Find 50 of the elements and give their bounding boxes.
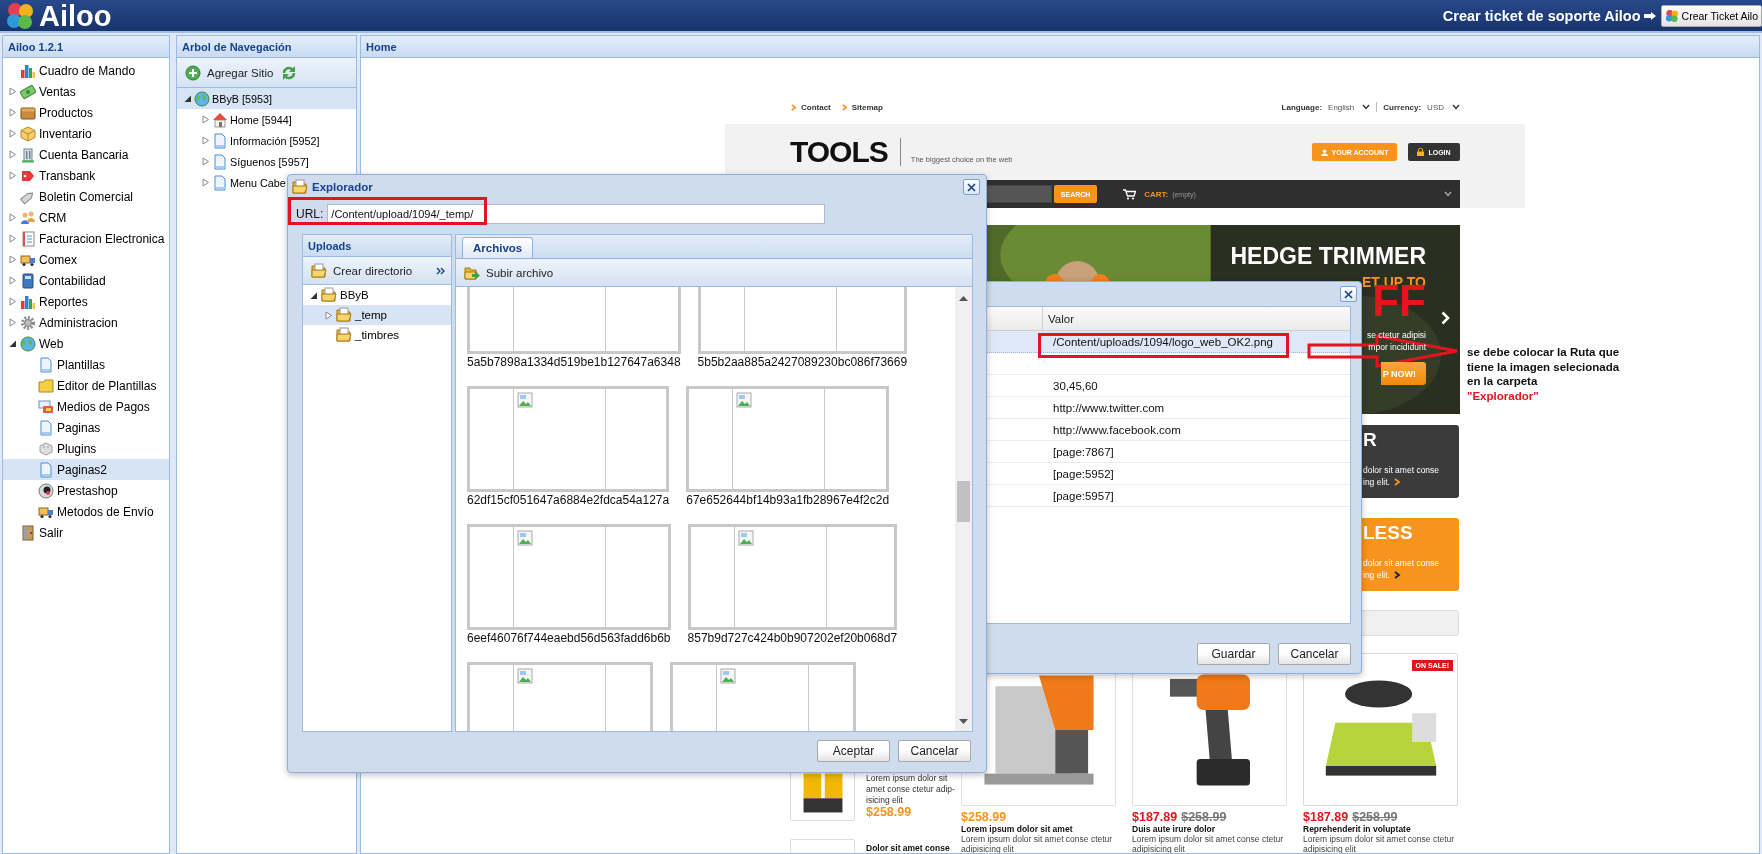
table-cell-text: http://www.twitter.com <box>1052 401 1165 414</box>
banner-text: dolor sit amet conse <box>1363 558 1440 570</box>
site-logo: TOOLS <box>790 135 888 169</box>
banner-text: mpor incididunt <box>1368 341 1426 353</box>
file-name: 62df15cf051647a6884e2fdca54a127a <box>467 492 670 508</box>
price: $258.99 <box>961 811 1007 824</box>
url-label: URL: <box>296 207 324 221</box>
annotation-note: se debe colocar la Ruta que tiene la imagen selecionada en la carpeta <box>1467 345 1621 389</box>
price: $187.89 <box>1132 811 1178 824</box>
banner-title: LESS <box>1363 522 1414 544</box>
table-cell-text: http://www.facebook.com <box>1052 423 1181 436</box>
product-description: Lorem ipsum dolor sit amet conse ctetur adipisicing elit <box>1132 835 1285 853</box>
product-name: Dolor sit amet conse <box>866 842 951 853</box>
table-cell-text: [page:5957] <box>1052 489 1114 502</box>
old-price: $258.99 <box>1181 811 1227 824</box>
banner-title: HEDGE TRIMMER <box>1230 243 1426 269</box>
panel-header: Home <box>361 36 1759 58</box>
dialog-title: Explorador <box>312 181 373 193</box>
product-name: Lorem ipsum dolor sit amet <box>961 824 1074 835</box>
panel-header: Ailoo 1.2.1 <box>3 36 169 58</box>
table-cell-text: [page:7867] <box>1052 445 1114 458</box>
panel-header: Uploads <box>303 235 451 257</box>
language-value: English <box>1328 102 1355 112</box>
price: $187.89 <box>1303 811 1349 824</box>
banner-text: dolor sit amet conse <box>1363 465 1440 477</box>
file-name: 6eef46076f744eaebd56d563fadd6b6b <box>467 630 671 646</box>
file-name: 5a5b7898a1334d519be1b127647a6348 <box>467 354 681 370</box>
table-cell-text: /Content/uploads/1094/logo_web_OK2.png <box>1052 335 1273 348</box>
currency-label: Currency: <box>1383 102 1422 112</box>
product-description: Lorem ipsum dolor sit amet conse ctetur adipisicing elit <box>961 835 1114 853</box>
panel-header: Arbol de Navegación <box>177 36 356 58</box>
currency-value: USD <box>1427 102 1444 112</box>
product-description: Lorem ipsum dolor sit amet conse ctetur adip- isicing elit <box>866 773 955 806</box>
app-logo-text: Ailoo <box>39 0 112 31</box>
banner-title: R <box>1363 429 1378 451</box>
column-header: Valor <box>1042 307 1350 330</box>
file-name: 5b5b2aa885a2427089230bc086f73669 <box>697 354 908 370</box>
banner-text: ing elit. <box>1363 569 1390 581</box>
product-name: Duis aute irure dolor <box>1132 824 1217 835</box>
cart-label: CART: <box>1144 189 1169 199</box>
price: $258.99 <box>866 806 913 819</box>
table-cell-text: [page:5952] <box>1052 467 1114 480</box>
table-cell-text: 30,45,60 <box>1052 379 1098 392</box>
banner-text: ing elit. <box>1363 476 1390 488</box>
language-label: Language: <box>1281 102 1323 112</box>
file-name: 857b9d727c424b0b907202ef20b068d7 <box>687 630 898 646</box>
annotation-keyword: "Explorador" <box>1467 388 1540 403</box>
product-name: Reprehenderit in voluptate <box>1303 824 1412 835</box>
old-price: $258.99 <box>1352 811 1398 824</box>
product-description: Lorem ipsum dolor sit amet conse ctetur adipisicing elit <box>1303 835 1456 853</box>
